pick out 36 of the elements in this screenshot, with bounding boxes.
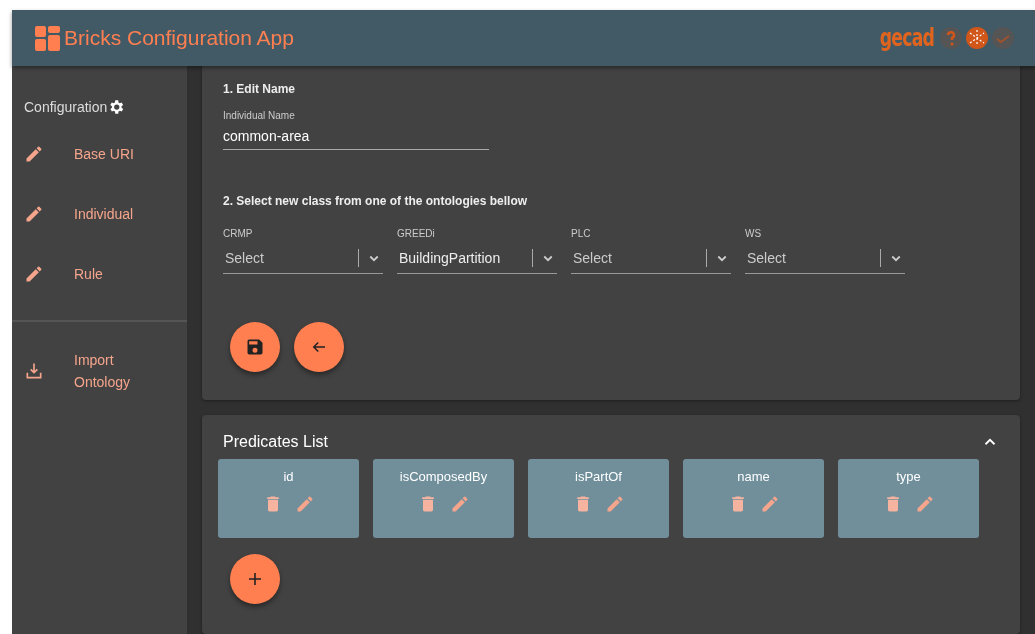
- class-select[interactable]: Select: [571, 243, 731, 274]
- class-select[interactable]: BuildingPartition: [397, 243, 557, 274]
- gecad-logo: gecad: [879, 24, 935, 52]
- select-label: WS: [745, 228, 763, 239]
- network-icon[interactable]: [965, 26, 989, 50]
- predicate-name: type: [896, 469, 921, 484]
- predicate-name: id: [283, 469, 294, 484]
- pencil-icon: [24, 204, 44, 224]
- app-title: Bricks Configuration App: [64, 26, 294, 50]
- predicate-name: name: [737, 469, 770, 484]
- pencil-icon: [24, 264, 44, 284]
- add-button[interactable]: [230, 554, 280, 604]
- class-select[interactable]: Select: [745, 243, 905, 274]
- step-heading: 2. Select new class from one of the ontologies bellow: [223, 194, 529, 208]
- sidebar-item[interactable]: Base URI: [12, 124, 187, 184]
- save-button[interactable]: [230, 322, 280, 372]
- select-label: CRMP: [223, 228, 254, 239]
- section-title: Predicates List: [223, 433, 329, 451]
- sidebar-item[interactable]: Rule: [12, 244, 187, 304]
- predicate-name: isPartOf: [575, 469, 622, 484]
- back-button[interactable]: [294, 322, 344, 372]
- predicate-name: isComposedBy: [399, 469, 488, 484]
- select-label: PLC: [571, 228, 592, 239]
- step-heading: 1. Edit Name: [223, 82, 297, 96]
- sidebar-item[interactable]: Individual: [12, 184, 187, 244]
- plus-icon: [247, 571, 263, 587]
- select-label: GREEDi: [397, 228, 436, 239]
- class-select[interactable]: Select: [223, 243, 383, 274]
- name-input-field[interactable]: common-area: [223, 125, 489, 150]
- sidebar-item[interactable]: Import Ontology: [12, 336, 187, 406]
- sidebar-heading: Configuration: [24, 99, 108, 115]
- field-label: Individual Name: [223, 110, 296, 121]
- download-icon: [24, 361, 44, 381]
- pencil-icon: [24, 144, 44, 164]
- checkmark-icon[interactable]: [991, 26, 1015, 50]
- app-logo-icon: [35, 25, 60, 51]
